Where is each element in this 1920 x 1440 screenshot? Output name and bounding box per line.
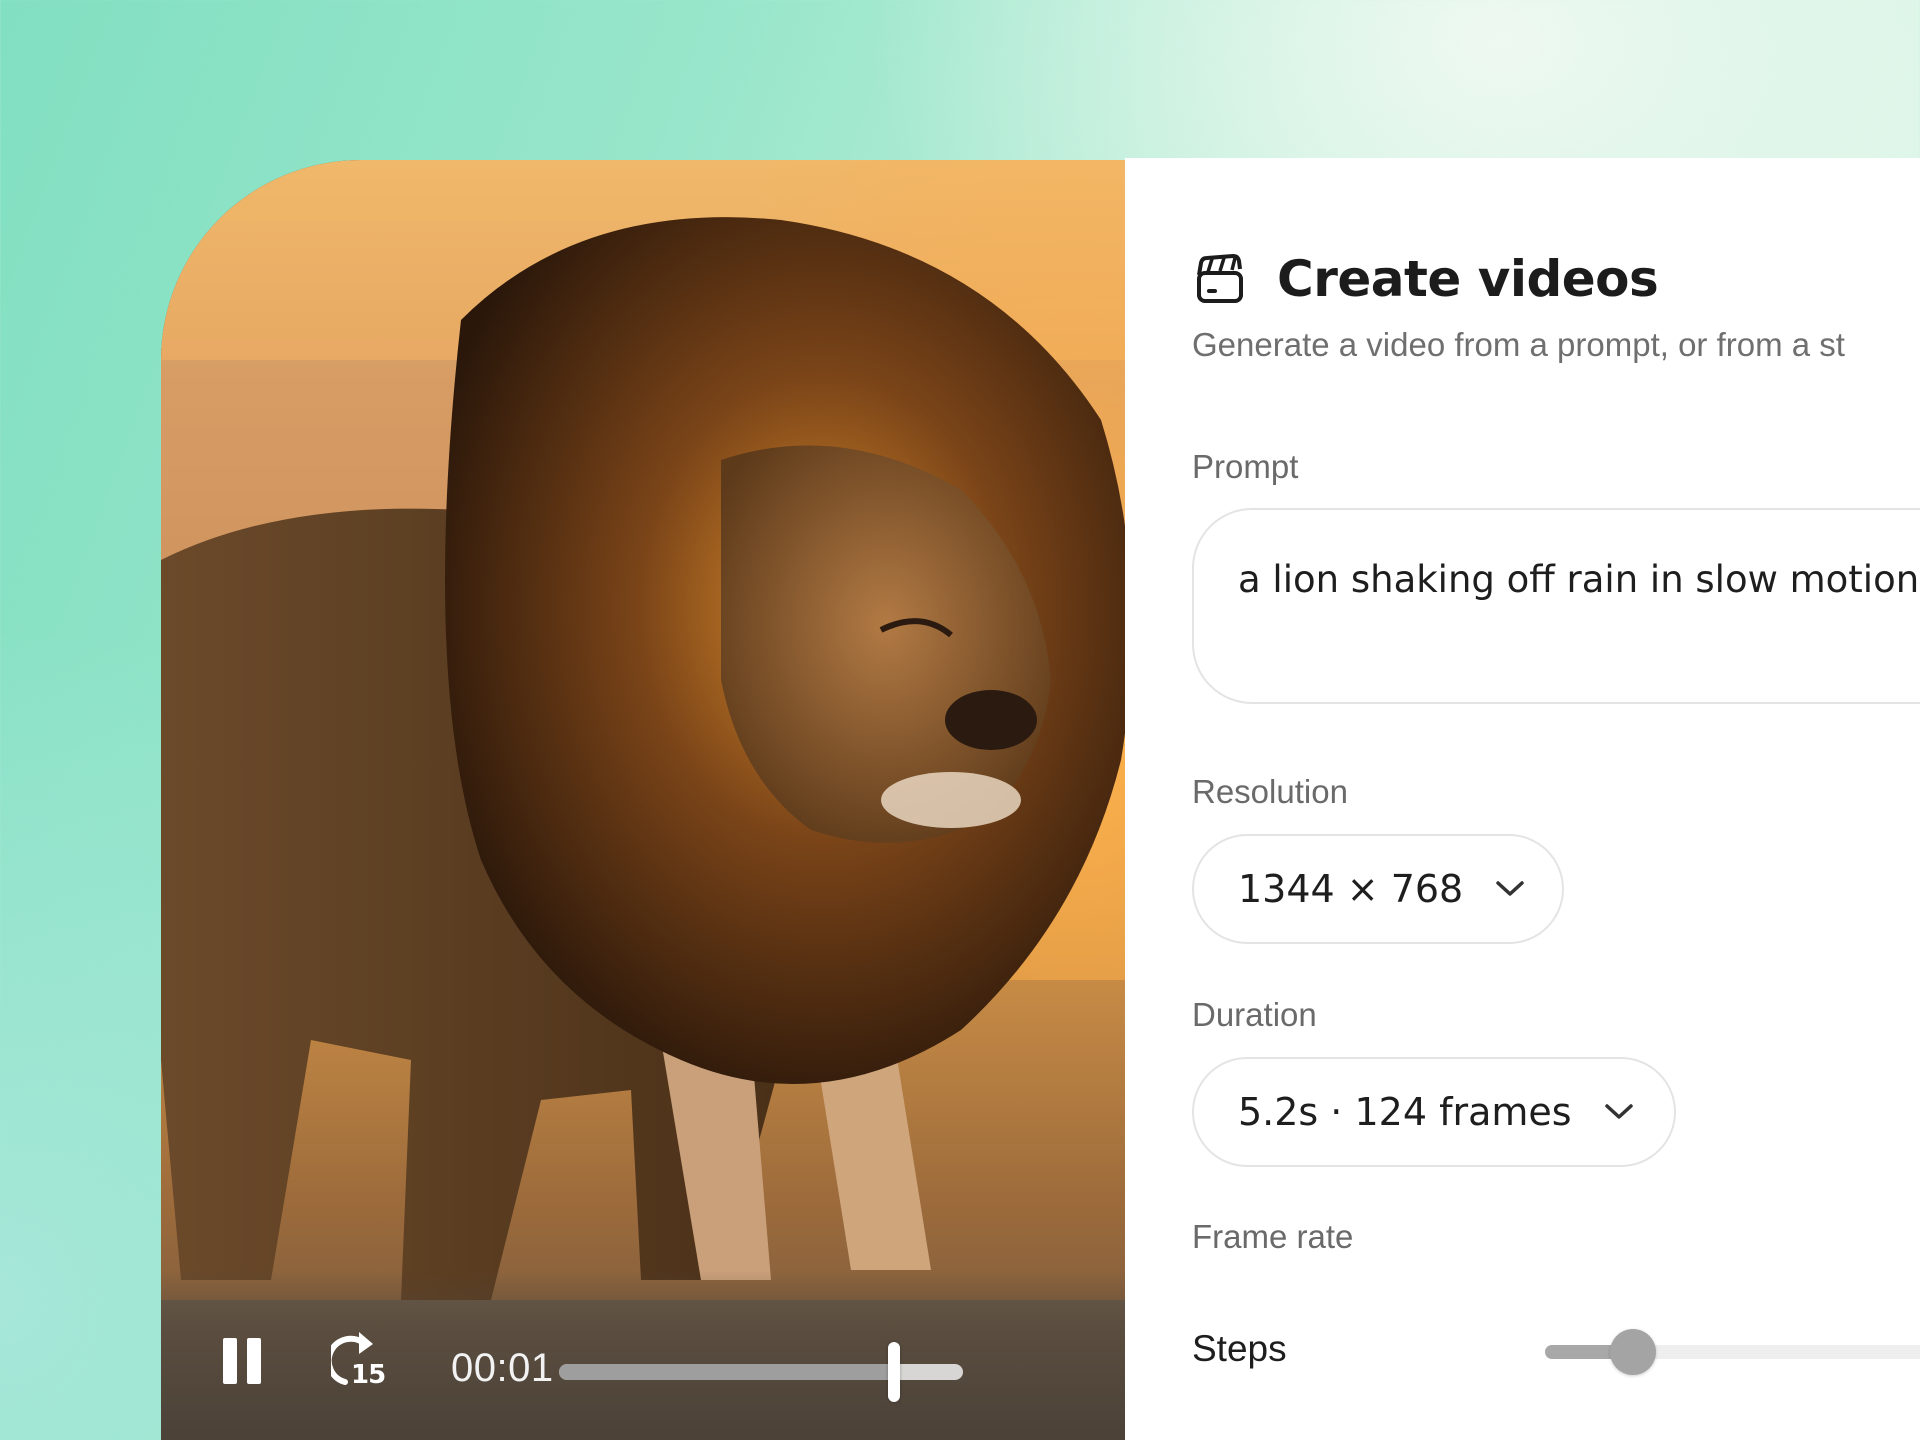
- steps-slider-handle[interactable]: [1610, 1329, 1657, 1375]
- frame-rate-label: Frame rate: [1192, 1218, 1354, 1255]
- page-title: Create videos: [1277, 250, 1659, 308]
- resolution-select[interactable]: 1344 × 768: [1192, 834, 1564, 944]
- prompt-label: Prompt: [1192, 448, 1299, 485]
- duration-label: Duration: [1192, 996, 1317, 1033]
- prompt-input[interactable]: a lion shaking off rain in slow motion: [1192, 508, 1920, 704]
- video-player[interactable]: 15 00:01: [161, 160, 1125, 1440]
- clapperboard-icon: [1197, 254, 1243, 303]
- duration-select[interactable]: 5.2s · 124 frames: [1192, 1057, 1676, 1167]
- chevron-down-icon: [1496, 881, 1524, 896]
- page-subtitle: Generate a video from a prompt, or from …: [1192, 326, 1845, 363]
- seek-bar-progress: [559, 1364, 895, 1380]
- skip-forward-button[interactable]: 15: [325, 1330, 391, 1394]
- resolution-value: 1344 × 768: [1238, 867, 1464, 911]
- prompt-value: a lion shaking off rain in slow motion: [1238, 558, 1920, 601]
- video-frame-lion: [161, 160, 1125, 1440]
- seek-bar-handle[interactable]: [888, 1342, 901, 1402]
- pause-button[interactable]: [223, 1338, 265, 1388]
- skip-seconds-label: 15: [351, 1360, 386, 1390]
- duration-value: 5.2s · 124 frames: [1238, 1090, 1572, 1134]
- chevron-down-icon: [1604, 1104, 1633, 1119]
- steps-label: Steps: [1192, 1328, 1287, 1369]
- seek-bar[interactable]: [559, 1342, 963, 1402]
- pause-icon: [223, 1338, 237, 1384]
- steps-slider[interactable]: [1545, 1329, 1920, 1375]
- resolution-label: Resolution: [1192, 773, 1348, 810]
- panel-header: Create videos: [1195, 250, 1659, 308]
- create-videos-panel: Create videos Generate a video from a pr…: [1125, 158, 1920, 1440]
- player-controls: 15 00:01: [161, 1270, 1125, 1440]
- elapsed-time: 00:01: [451, 1346, 554, 1390]
